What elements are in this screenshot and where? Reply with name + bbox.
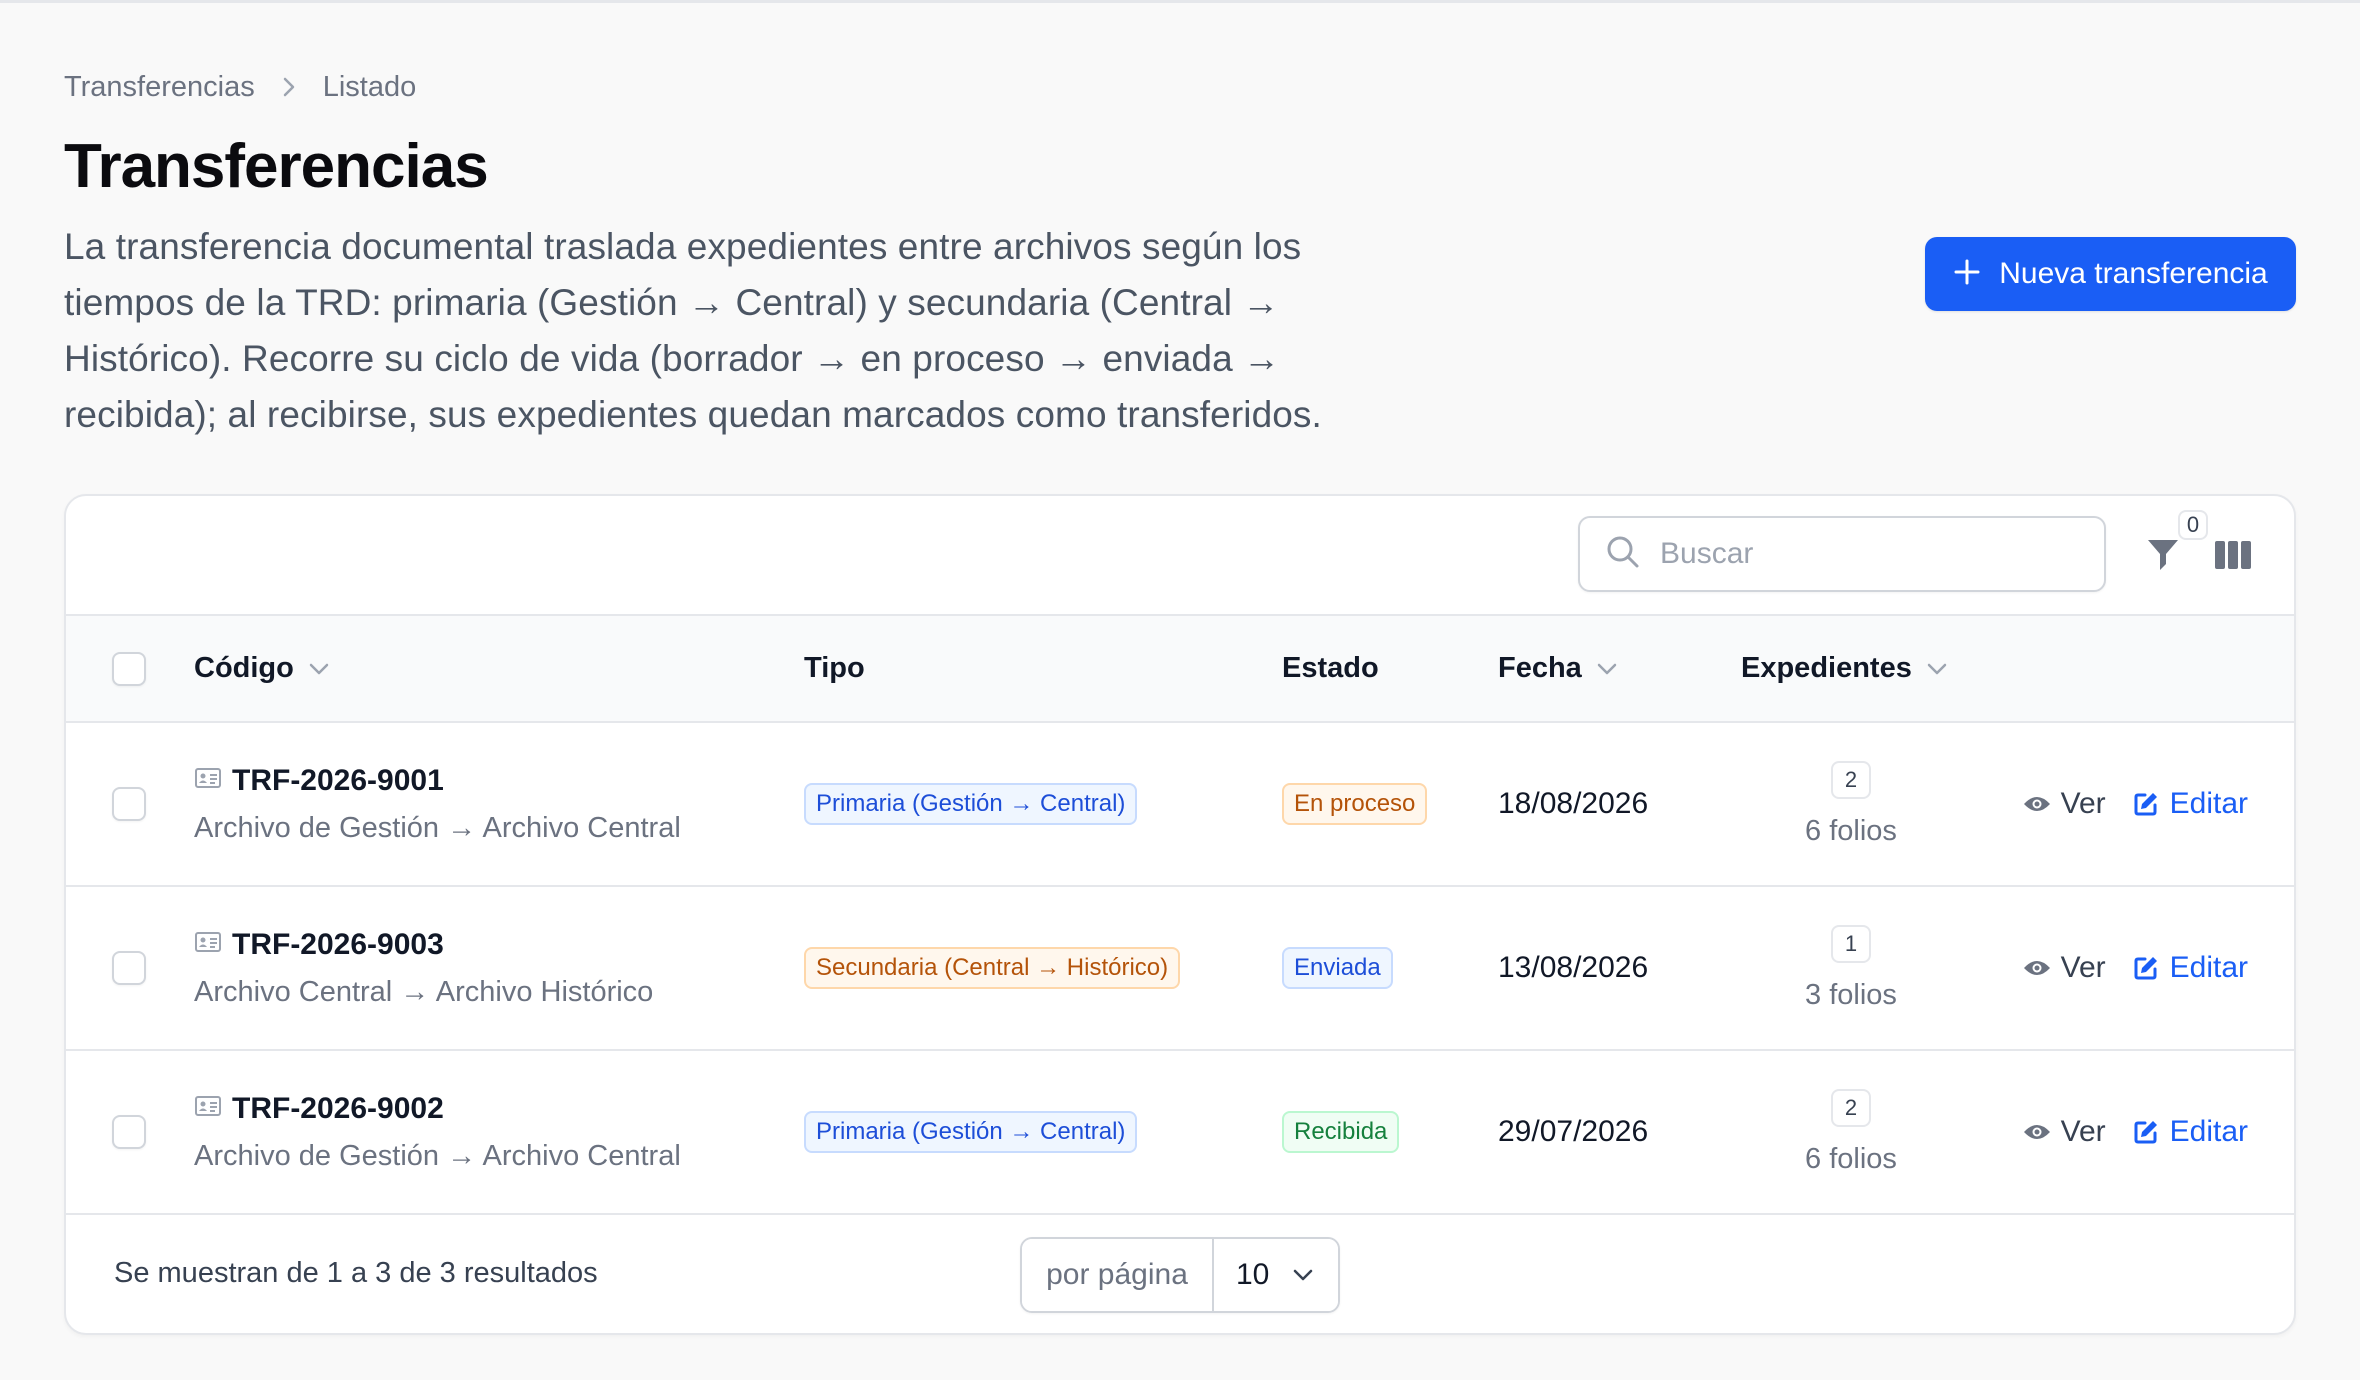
chevron-down-icon [1293,1269,1313,1281]
per-page-dropdown[interactable]: 10 [1214,1239,1338,1311]
page-title: Transferencias [64,132,489,201]
per-page-value: 10 [1236,1258,1270,1291]
folios-count: 3 folios [1805,978,1897,1011]
eye-icon [2023,1125,2050,1139]
folios-count: 6 folios [1805,1142,1897,1175]
view-button[interactable]: Ver [2023,951,2106,985]
type-badge: Primaria (Gestión → Central) [804,783,1138,825]
per-page-label: por página [1022,1239,1214,1311]
transfer-route: Archivo de Gestión → Archivo Central [194,1139,681,1172]
transfer-date: 18/08/2026 [1498,787,1649,820]
column-header-codigo[interactable]: Código [194,652,330,685]
view-label: Ver [2060,787,2106,820]
edit-icon [2134,793,2157,816]
edit-button[interactable]: Editar [2132,1115,2248,1149]
table-footer: Se muestran de 1 a 3 de 3 resultados por… [66,1215,2294,1333]
view-label: Ver [2060,951,2106,984]
table-row[interactable]: TRF-2026-9001 Archivo de Gestión → Archi… [66,722,2294,886]
breadcrumb-link-transferencias[interactable]: Transferencias [64,71,255,104]
columns-icon [2214,540,2252,573]
transfer-route: Archivo de Gestión → Archivo Central [194,811,681,844]
column-label-codigo: Código [194,652,294,684]
page: Transferencias Listado Transferencias La… [0,3,2360,443]
chevron-right-icon [281,75,297,99]
edit-icon [2134,957,2157,980]
column-label-fecha: Fecha [1498,652,1582,684]
plus-icon [1953,253,1981,293]
view-label: Ver [2060,1115,2106,1148]
select-all-checkbox[interactable] [112,651,146,686]
folios-count: 6 folios [1805,814,1897,847]
breadcrumb: Transferencias Listado [64,63,2296,111]
filter-icon [2146,537,2180,576]
transfers-table: Código Tipo Estado Fecha Expedientes TRF… [66,616,2294,1215]
column-label-expedientes: Expedientes [1741,652,1912,684]
row-checkbox[interactable] [112,951,146,985]
transfer-date: 29/07/2026 [1498,1115,1649,1148]
expedientes-count-badge: 2 [1831,1088,1871,1127]
search-icon [1606,535,1640,574]
type-badge: Secundaria (Central → Histórico) [804,947,1181,989]
row-checkbox[interactable] [112,787,146,821]
new-transfer-button[interactable]: Nueva transferencia [1925,237,2296,311]
transfers-table-card: 0 Código Tipo Estado [64,494,2296,1335]
transfer-route: Archivo Central → Archivo Histórico [194,975,654,1008]
filter-count-badge: 0 [2178,510,2208,540]
breadcrumb-current: Listado [322,70,417,103]
id-card-icon [194,764,222,798]
id-card-icon [194,1092,222,1126]
transfer-code: TRF-2026-9001 [232,763,444,797]
transfer-date: 13/08/2026 [1498,951,1649,984]
row-checkbox[interactable] [112,1115,146,1149]
edit-label: Editar [2169,787,2248,820]
expedientes-count-badge: 1 [1831,924,1871,963]
edit-label: Editar [2169,951,2248,984]
transfer-code: TRF-2026-9003 [232,927,444,961]
eye-icon [2023,797,2050,811]
table-row[interactable]: TRF-2026-9002 Archivo de Gestión → Archi… [66,1050,2294,1214]
expedientes-count-badge: 2 [1831,760,1871,799]
search-box[interactable] [1578,516,2106,592]
edit-button[interactable]: Editar [2132,951,2248,985]
edit-icon [2134,1121,2157,1144]
new-transfer-label: Nueva transferencia [1999,257,2268,290]
edit-label: Editar [2169,1115,2248,1148]
view-button[interactable]: Ver [2023,1115,2106,1149]
column-header-expedientes[interactable]: Expedientes [1741,652,1948,685]
status-badge: En proceso [1282,783,1428,825]
status-badge: Enviada [1282,947,1393,989]
results-summary: Se muestran de 1 a 3 de 3 resultados [114,1257,598,1289]
table-header-row: Código Tipo Estado Fecha Expedientes [66,616,2294,722]
type-badge: Primaria (Gestión → Central) [804,1111,1138,1153]
view-button[interactable]: Ver [2023,787,2106,821]
per-page-select[interactable]: por página 10 [1020,1237,1340,1313]
id-card-icon [194,928,222,962]
page-description: La transferencia documental traslada exp… [64,226,1322,435]
column-header-fecha[interactable]: Fecha [1498,652,1618,685]
transfer-code: TRF-2026-9002 [232,1091,444,1125]
status-badge: Recibida [1282,1111,1400,1153]
table-row[interactable]: TRF-2026-9003 Archivo Central → Archivo … [66,886,2294,1050]
chevron-down-icon [1597,663,1617,674]
table-toolbar: 0 [66,496,2294,616]
chevron-down-icon [1927,663,1947,674]
search-input[interactable] [1660,537,2080,571]
column-header-estado: Estado [1282,652,1379,684]
edit-button[interactable]: Editar [2132,787,2248,821]
columns-button[interactable] [2208,534,2258,578]
chevron-down-icon [309,663,329,674]
eye-icon [2023,961,2050,975]
column-header-tipo: Tipo [804,652,865,684]
